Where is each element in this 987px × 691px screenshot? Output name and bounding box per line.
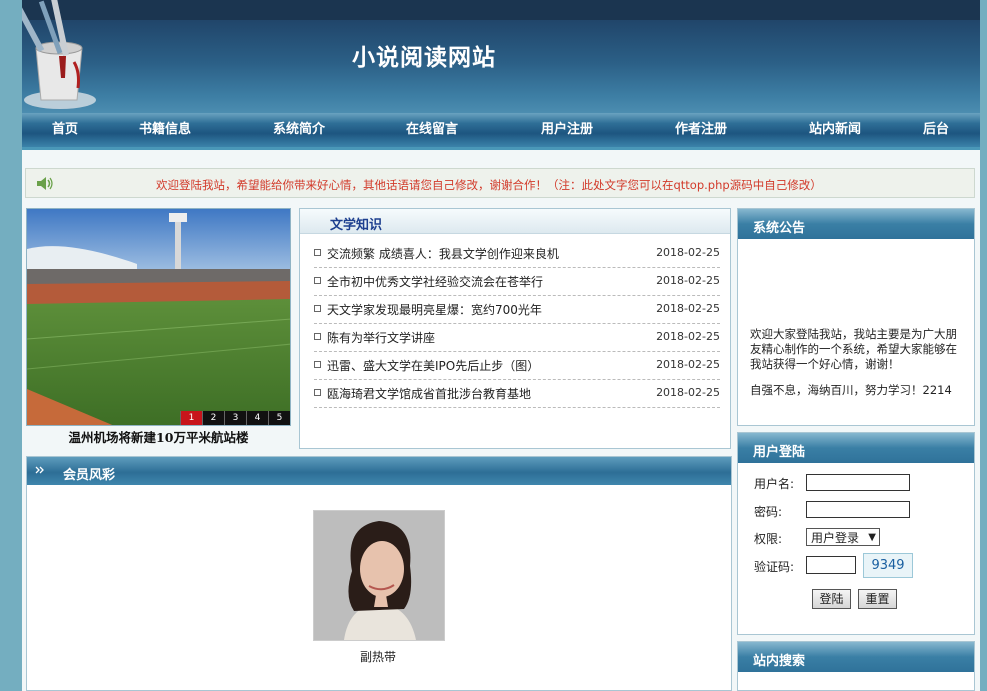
site-header: 小说阅读网站 bbox=[22, 0, 980, 113]
news-item[interactable]: 瓯海琦君文学馆成省首批涉台教育基地 2018-02-25 bbox=[314, 379, 720, 408]
news-title[interactable]: 交流频繁 成绩喜人：我县文学创作迎来良机 bbox=[327, 245, 559, 262]
news-date: 2018-02-25 bbox=[656, 274, 720, 287]
news-item[interactable]: 全市初中优秀文学社经验交流会在苍举行 2018-02-25 bbox=[314, 267, 720, 296]
login-box: 用户登陆 用户名: 密码: 权限: 用户登录 ▼ 验证码: 9349 登陆 重置 bbox=[737, 432, 975, 635]
nav-author-register[interactable]: 作者注册 bbox=[675, 113, 727, 147]
slide-button-2[interactable]: 2 bbox=[202, 411, 224, 425]
notice-bar: 欢迎登陆我站，希望能给你带来好心情，其他话语请您自己修改，谢谢合作！（注：此处文… bbox=[25, 168, 975, 198]
member-avatar-image bbox=[314, 511, 444, 640]
captcha-input[interactable] bbox=[806, 556, 856, 574]
member-photo[interactable] bbox=[313, 510, 445, 641]
notice-text: 欢迎登陆我站，希望能给你带来好心情，其他话语请您自己修改，谢谢合作！（注：此处文… bbox=[156, 178, 822, 192]
member-showcase: 会员风彩 副热带 bbox=[26, 456, 732, 691]
page: 小说阅读网站 首页 书籍信息 系统简介 在线留言 用户注册 作者注册 站内新闻 … bbox=[22, 0, 980, 691]
announcement-motto: 自强不息，海纳百川，努力学习！2214 bbox=[750, 383, 952, 397]
news-title[interactable]: 天文学家发现最明亮星爆：宽约700光年 bbox=[327, 301, 542, 318]
news-date: 2018-02-25 bbox=[656, 246, 720, 259]
bullet-icon bbox=[314, 305, 321, 312]
search-title: 站内搜索 bbox=[753, 654, 806, 669]
slide-button-4[interactable]: 4 bbox=[246, 411, 268, 425]
captcha-label: 验证码: bbox=[754, 560, 795, 574]
slide-pager: 1 2 3 4 5 bbox=[180, 411, 290, 425]
slide-button-1[interactable]: 1 bbox=[180, 411, 202, 425]
password-input[interactable] bbox=[806, 501, 910, 518]
news-item[interactable]: 交流频繁 成绩喜人：我县文学创作迎来良机 2018-02-25 bbox=[314, 239, 720, 268]
login-header: 用户登陆 bbox=[738, 433, 974, 463]
news-item[interactable]: 迅雷、盛大文学在美IPO先后止步（图） 2018-02-25 bbox=[314, 351, 720, 380]
login-button[interactable]: 登陆 bbox=[812, 589, 851, 609]
slideshow-caption[interactable]: 温州机场将新建10万平米航站楼 bbox=[26, 427, 291, 446]
role-select[interactable]: 用户登录 ▼ bbox=[806, 528, 880, 546]
nav-home[interactable]: 首页 bbox=[52, 113, 78, 147]
bullet-icon bbox=[314, 361, 321, 368]
news-date: 2018-02-25 bbox=[656, 358, 720, 371]
news-date: 2018-02-25 bbox=[656, 302, 720, 315]
member-header: 会员风彩 bbox=[27, 457, 731, 485]
announcement-box: 系统公告 欢迎大家登陆我站，我站主要是为广大朋友精心制作的一个系统，希望大家能够… bbox=[737, 208, 975, 426]
speaker-icon bbox=[37, 177, 53, 190]
knowledge-header: 文学知识 bbox=[300, 209, 730, 234]
bullet-icon bbox=[314, 249, 321, 256]
captcha-image[interactable]: 9349 bbox=[863, 553, 913, 578]
nav-books[interactable]: 书籍信息 bbox=[139, 113, 191, 147]
nav-guestbook[interactable]: 在线留言 bbox=[406, 113, 458, 147]
nav-admin[interactable]: 后台 bbox=[923, 113, 949, 147]
search-header: 站内搜索 bbox=[738, 642, 974, 672]
news-date: 2018-02-25 bbox=[656, 386, 720, 399]
search-box: 站内搜索 bbox=[737, 641, 975, 691]
announcement-title: 系统公告 bbox=[753, 221, 806, 236]
bullet-icon bbox=[314, 389, 321, 396]
news-title[interactable]: 瓯海琦君文学馆成省首批涉台教育基地 bbox=[327, 385, 531, 402]
stadium-photo bbox=[27, 209, 290, 425]
news-title[interactable]: 全市初中优秀文学社经验交流会在苍举行 bbox=[327, 273, 543, 290]
news-title[interactable]: 迅雷、盛大文学在美IPO先后止步（图） bbox=[327, 357, 539, 374]
slide-button-3[interactable]: 3 bbox=[224, 411, 246, 425]
slide-button-5[interactable]: 5 bbox=[268, 411, 290, 425]
news-item[interactable]: 天文学家发现最明亮星爆：宽约700光年 2018-02-25 bbox=[314, 295, 720, 324]
announcement-text: 欢迎大家登陆我站，我站主要是为广大朋友精心制作的一个系统，希望大家能够在我站获得… bbox=[750, 327, 957, 371]
knowledge-title: 文学知识 bbox=[330, 218, 383, 233]
username-input[interactable] bbox=[806, 474, 910, 491]
double-chevron-icon bbox=[35, 466, 44, 474]
nav-user-register[interactable]: 用户注册 bbox=[541, 113, 593, 147]
bullet-icon bbox=[314, 277, 321, 284]
member-name[interactable]: 副热带 bbox=[313, 648, 443, 665]
knowledge-panel: 文学知识 交流频繁 成绩喜人：我县文学创作迎来良机 2018-02-25 全市初… bbox=[299, 208, 731, 449]
paint-bucket-logo bbox=[22, 0, 96, 109]
news-slideshow[interactable]: 1 2 3 4 5 bbox=[26, 208, 291, 426]
bullet-icon bbox=[314, 333, 321, 340]
news-date: 2018-02-25 bbox=[656, 330, 720, 343]
reset-button[interactable]: 重置 bbox=[858, 589, 897, 609]
nav-about[interactable]: 系统简介 bbox=[273, 113, 325, 147]
announcement-header: 系统公告 bbox=[738, 209, 974, 239]
username-label: 用户名: bbox=[754, 477, 795, 491]
member-title: 会员风彩 bbox=[63, 468, 116, 483]
nav-site-news[interactable]: 站内新闻 bbox=[809, 113, 861, 147]
site-title: 小说阅读网站 bbox=[352, 44, 496, 71]
login-title: 用户登陆 bbox=[753, 445, 806, 460]
password-label: 密码: bbox=[754, 505, 783, 519]
role-label: 权限: bbox=[754, 532, 783, 546]
chevron-down-icon: ▼ bbox=[868, 532, 876, 543]
role-select-value: 用户登录 bbox=[811, 531, 860, 545]
news-title[interactable]: 陈有为举行文学讲座 bbox=[327, 329, 435, 346]
main-nav: 首页 书籍信息 系统简介 在线留言 用户注册 作者注册 站内新闻 后台 bbox=[22, 113, 980, 150]
news-item[interactable]: 陈有为举行文学讲座 2018-02-25 bbox=[314, 323, 720, 352]
